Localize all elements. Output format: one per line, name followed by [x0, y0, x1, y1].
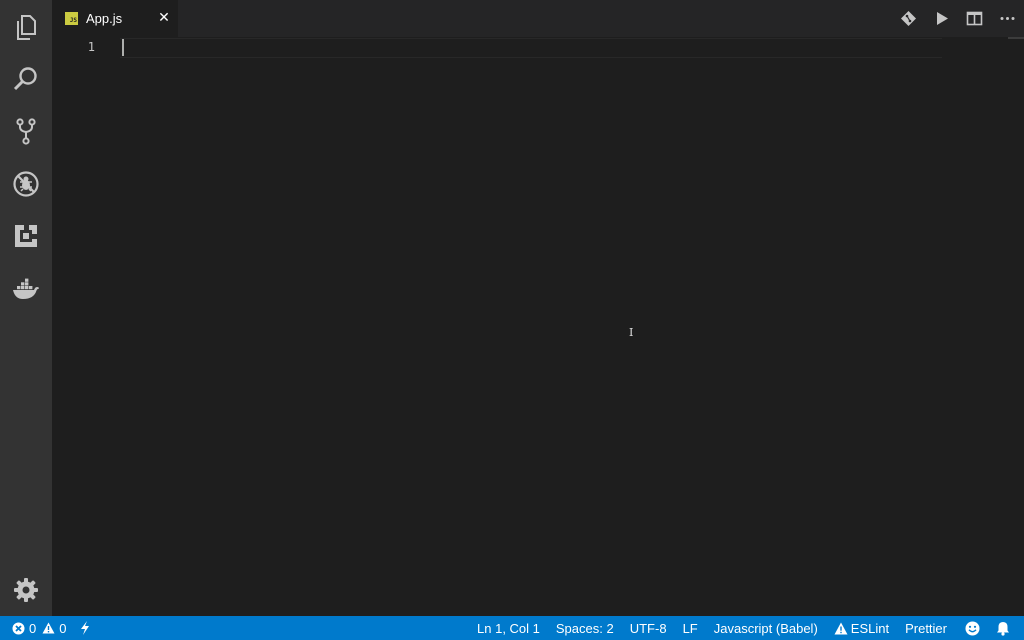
- bell-icon: [997, 621, 1009, 636]
- explorer-button[interactable]: [0, 1, 52, 53]
- mouse-ibeam-cursor: I: [629, 326, 634, 339]
- warning-count: 0: [59, 620, 67, 636]
- warning-icon: [42, 622, 55, 634]
- run-icon: [937, 12, 948, 25]
- line-number: 1: [87, 40, 95, 54]
- status-bar: 0 0 Ln 1, Col 1 Spaces: 2 UTF-8 LF Javas…: [0, 616, 1024, 640]
- editor[interactable]: 1 I: [52, 37, 1024, 616]
- docker-button[interactable]: [0, 263, 52, 315]
- smiley-icon: [965, 621, 980, 635]
- feedback-button[interactable]: [965, 621, 980, 636]
- error-icon: [12, 622, 25, 634]
- tab-app-js[interactable]: JS App.js ✕: [52, 0, 178, 37]
- text-cursor: [122, 39, 124, 56]
- live-share-button[interactable]: [80, 621, 90, 635]
- tab-label: App.js: [86, 11, 123, 26]
- javascript-file-icon: JS: [65, 12, 78, 25]
- more-icon: [1000, 17, 1015, 20]
- run-button[interactable]: [925, 0, 958, 37]
- current-line-highlight: [120, 38, 942, 58]
- docker-icon: [13, 278, 39, 299]
- tab-bar: JS App.js ✕: [52, 0, 1024, 37]
- lightning-icon: [81, 621, 90, 635]
- problems-indicator[interactable]: 0 0: [12, 621, 66, 636]
- source-control-button[interactable]: [0, 105, 52, 157]
- open-changes-button[interactable]: [892, 0, 925, 37]
- cursor-position[interactable]: Ln 1, Col 1: [477, 621, 540, 636]
- source-control-icon: [16, 118, 36, 145]
- notifications-button[interactable]: [996, 621, 1010, 636]
- language-mode[interactable]: Javascript (Babel): [714, 621, 818, 636]
- error-count: 0: [29, 620, 37, 636]
- search-button[interactable]: [0, 53, 52, 105]
- activity-bar: [0, 0, 52, 616]
- gear-icon: [14, 578, 38, 602]
- extensions-icon: [15, 225, 37, 247]
- eslint-label: ESLint: [850, 620, 890, 636]
- scrollbar-decoration: [1008, 37, 1024, 39]
- split-editor-button[interactable]: [958, 0, 991, 37]
- files-icon: [17, 15, 36, 40]
- prettier-status[interactable]: Prettier: [905, 621, 947, 636]
- settings-button[interactable]: [0, 564, 52, 616]
- indentation[interactable]: Spaces: 2: [556, 621, 614, 636]
- debug-button[interactable]: [0, 158, 52, 210]
- encoding[interactable]: UTF-8: [630, 621, 667, 636]
- warning-icon: [834, 622, 848, 634]
- end-of-line[interactable]: LF: [683, 621, 698, 636]
- split-editor-icon: [966, 11, 983, 26]
- extensions-button[interactable]: [0, 210, 52, 262]
- eslint-status[interactable]: ESLint: [834, 621, 889, 636]
- more-actions-button[interactable]: [991, 0, 1024, 37]
- close-icon[interactable]: ✕: [156, 10, 172, 26]
- search-icon: [13, 67, 37, 91]
- editor-actions: [892, 0, 1024, 37]
- debug-icon: [13, 171, 39, 197]
- git-compare-icon: [901, 11, 916, 26]
